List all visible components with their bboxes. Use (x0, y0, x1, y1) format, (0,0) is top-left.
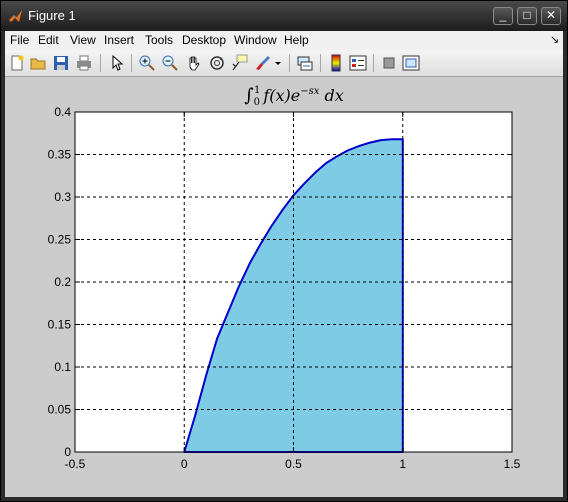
menu-insert[interactable]: Insert (104, 33, 134, 47)
figure-window: Figure 1 _ □ ✕ File Edit View Insert Too… (0, 0, 568, 502)
toolbar-separator (373, 54, 374, 72)
title-exponent: −sx (300, 86, 320, 97)
x-tick-label: -0.5 (65, 457, 86, 471)
print-icon[interactable] (75, 54, 93, 72)
close-button[interactable]: ✕ (541, 7, 561, 25)
brush-icon[interactable] (254, 54, 272, 72)
y-tick-label: 0.05 (48, 403, 72, 417)
menu-desktop[interactable]: Desktop (182, 33, 226, 47)
figure-canvas: -0.5 0 0.5 1 1.5 0 0.05 0.1 0.15 0.2 0.25 0.3 0.35 0.… (5, 77, 563, 497)
open-folder-icon[interactable] (29, 54, 47, 72)
zoom-out-icon[interactable] (161, 54, 179, 72)
y-tick-label: 0.3 (54, 190, 71, 204)
pan-hand-icon[interactable] (185, 54, 203, 72)
x-tick-label: 1.5 (504, 457, 521, 471)
minimize-button[interactable]: _ (493, 7, 513, 25)
y-tick-label: 0.4 (54, 105, 71, 119)
window-title: Figure 1 (28, 8, 76, 23)
menu-view[interactable]: View (70, 33, 96, 47)
title-lower-limit: 0 (254, 97, 260, 108)
x-tick-label: 0 (181, 457, 188, 471)
zoom-in-icon[interactable] (138, 54, 156, 72)
title-function: f(x)e (262, 86, 300, 105)
toolbar-separator (320, 54, 321, 72)
menu-edit[interactable]: Edit (38, 33, 59, 47)
dock-arrow-icon[interactable]: ↘ (550, 33, 559, 47)
insert-legend-icon[interactable] (349, 54, 367, 72)
toolbar-separator (131, 54, 132, 72)
menu-help[interactable]: Help (284, 33, 309, 47)
x-tick-label: 0.5 (285, 457, 302, 471)
x-tick-label: 1 (399, 457, 406, 471)
edit-plot-arrow-icon[interactable] (108, 54, 126, 72)
title-bar[interactable]: Figure 1 _ □ ✕ (1, 1, 567, 31)
toolbar-separator (100, 54, 101, 72)
y-tick-label: 0.25 (48, 233, 72, 247)
new-figure-icon[interactable] (8, 54, 26, 72)
y-tick-label: 0.15 (48, 318, 72, 332)
menu-bar: File Edit View Insert Tools Desktop Wind… (5, 31, 563, 50)
menu-window[interactable]: Window (234, 33, 277, 47)
y-tick-label: 0.1 (54, 360, 71, 374)
title-dx: dx (319, 86, 343, 105)
brush-dropdown-icon[interactable] (273, 54, 283, 72)
client-area: File Edit View Insert Tools Desktop Wind… (5, 31, 563, 497)
y-tick-label: 0.2 (54, 275, 71, 289)
integral-area-chart: -0.5 0 0.5 1 1.500.050.10.150.20.250.30.350.… (48, 85, 521, 471)
link-plot-icon[interactable] (296, 54, 314, 72)
toolbar-separator (289, 54, 290, 72)
title-upper-limit: 1 (254, 85, 260, 96)
chart-title: ∫01 f(x)e−sx dx (244, 85, 344, 108)
matlab-logo-icon (9, 10, 22, 22)
figure-toolbar (5, 50, 563, 77)
menu-file[interactable]: File (10, 33, 29, 47)
y-tick-label: 0 (64, 445, 71, 459)
data-cursor-icon[interactable] (231, 54, 249, 72)
maximize-button[interactable]: □ (517, 7, 537, 25)
hide-plot-tools-icon[interactable] (380, 54, 398, 72)
menu-tools[interactable]: Tools (145, 33, 173, 47)
show-plot-tools-icon[interactable] (402, 54, 420, 72)
save-icon[interactable] (52, 54, 70, 72)
rotate-3d-icon[interactable] (208, 54, 226, 72)
y-tick-label: 0.35 (48, 148, 72, 162)
insert-colorbar-icon[interactable] (327, 54, 345, 72)
